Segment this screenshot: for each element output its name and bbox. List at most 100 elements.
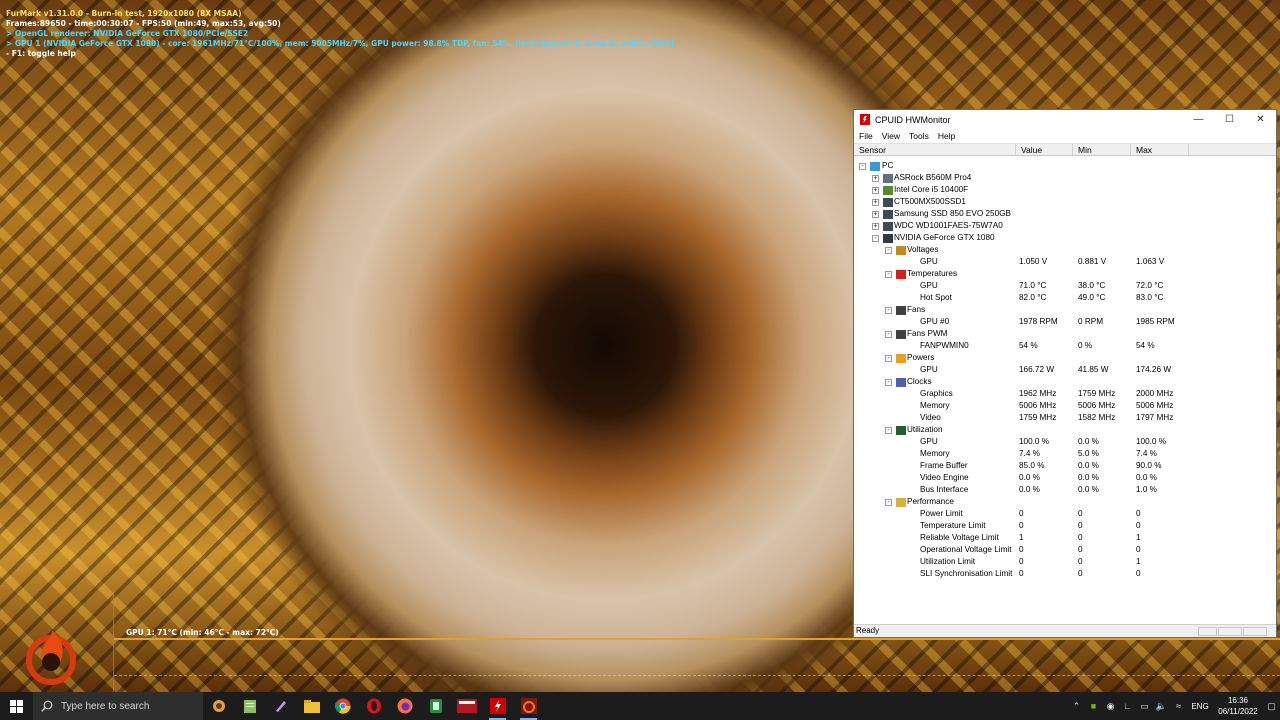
collapse-toggle[interactable]: -	[885, 271, 892, 278]
maximize-button[interactable]: ☐	[1214, 110, 1245, 129]
network-icon[interactable]: ▭	[1136, 701, 1153, 712]
hwmonitor-window[interactable]: CPUID HWMonitor — ☐ ✕ File View Tools He…	[853, 109, 1277, 638]
tree-node[interactable]: - Powers	[854, 352, 1276, 364]
expand-toggle[interactable]: +	[872, 199, 879, 206]
collapse-toggle[interactable]: -	[885, 499, 892, 506]
wifi-icon[interactable]: ≈	[1170, 701, 1187, 711]
taskbar-notepad-icon[interactable]	[234, 692, 265, 720]
tree-node[interactable]: - Fans PWM	[854, 328, 1276, 340]
taskbar-file-explorer-icon[interactable]	[296, 692, 327, 720]
sensor-reading-row[interactable]: GPU 71.0 °C 38.0 °C 72.0 °C	[854, 280, 1276, 292]
firefox-icon	[397, 698, 412, 714]
taskbar-pen-icon[interactable]	[265, 692, 296, 720]
volume-icon[interactable]: 🔈	[1153, 701, 1170, 712]
sensor-tree[interactable]: - PC + ASRock B560M Pro4 + Intel Core i5 1040…	[854, 156, 1276, 628]
collapse-toggle[interactable]: -	[885, 427, 892, 434]
collapse-toggle[interactable]: -	[885, 307, 892, 314]
taskbar-game-icon[interactable]	[203, 692, 234, 720]
sensor-reading-row[interactable]: Reliable Voltage Limit 1 0 1	[854, 532, 1276, 544]
sensor-reading-row[interactable]: Frame Buffer 85.0 % 0.0 % 90.0 %	[854, 460, 1276, 472]
collapse-toggle[interactable]: -	[859, 163, 866, 170]
sensor-reading-row[interactable]: Hot Spot 82.0 °C 49.0 °C 83.0 °C	[854, 292, 1276, 304]
sensor-reading-row[interactable]: GPU 166.72 W 41.85 W 174.26 W	[854, 364, 1276, 376]
taskbar-hwmonitor-icon[interactable]	[482, 692, 513, 720]
sensor-label: Temperatures	[907, 269, 958, 278]
sensor-reading-row[interactable]: GPU 100.0 % 0.0 % 100.0 %	[854, 436, 1276, 448]
taskbar-gpu-z-icon[interactable]	[420, 692, 451, 720]
taskbar-chrome-icon[interactable]	[327, 692, 358, 720]
minimize-button[interactable]: —	[1183, 110, 1214, 129]
sensor-reading-row[interactable]: FANPWMIN0 54 % 0 % 54 %	[854, 340, 1276, 352]
column-value[interactable]: Value	[1016, 144, 1073, 155]
tree-node[interactable]: - Fans	[854, 304, 1276, 316]
sensor-reading-row[interactable]: Power Limit 0 0 0	[854, 508, 1276, 520]
sensor-reading-row[interactable]: SLI Synchronisation Limit 0 0 0	[854, 568, 1276, 580]
clock[interactable]: 16:36 06/11/2022	[1213, 695, 1263, 717]
sensor-reading-row[interactable]: Utilization Limit 0 0 1	[854, 556, 1276, 568]
sensor-reading-row[interactable]: Video Engine 0.0 % 0.0 % 0.0 %	[854, 472, 1276, 484]
search-box[interactable]: Type here to search	[33, 692, 203, 720]
tree-node[interactable]: - Temperatures	[854, 268, 1276, 280]
tree-node[interactable]: - Utilization	[854, 424, 1276, 436]
start-button[interactable]	[0, 692, 33, 720]
tree-node[interactable]: - Performance	[854, 496, 1276, 508]
menu-file[interactable]: File	[859, 131, 873, 141]
hwmonitor-titlebar[interactable]: CPUID HWMonitor — ☐ ✕	[854, 110, 1276, 129]
tree-node[interactable]: + ASRock B560M Pro4	[854, 172, 1276, 184]
column-max[interactable]: Max	[1131, 144, 1189, 155]
language-indicator[interactable]: ENG	[1187, 702, 1213, 711]
column-sensor[interactable]: Sensor	[854, 144, 1016, 155]
sensor-reading-row[interactable]: Graphics 1962 MHz 1759 MHz 2000 MHz	[854, 388, 1276, 400]
column-min[interactable]: Min	[1073, 144, 1131, 155]
show-hidden-icons-icon[interactable]: ⌃	[1068, 701, 1085, 712]
sensor-label: Temperature Limit	[920, 521, 986, 530]
expand-toggle[interactable]: +	[872, 187, 879, 194]
sensor-max: 174.26 W	[1136, 365, 1172, 374]
sensor-value: 5006 MHz	[1019, 401, 1057, 410]
nvidia-icon[interactable]: ■	[1085, 701, 1102, 711]
sensor-reading-row[interactable]: Bus Interface 0.0 % 0.0 % 1.0 %	[854, 484, 1276, 496]
taskbar-furmark-icon[interactable]	[513, 692, 544, 720]
sensor-reading-row[interactable]: Memory 7.4 % 5.0 % 7.4 %	[854, 448, 1276, 460]
expand-toggle[interactable]: +	[872, 211, 879, 218]
expand-toggle[interactable]: +	[872, 175, 879, 182]
collapse-toggle[interactable]: -	[872, 235, 879, 242]
collapse-toggle[interactable]: -	[885, 247, 892, 254]
collapse-toggle[interactable]: -	[885, 355, 892, 362]
tree-node[interactable]: + WDC WD1001FAES-75W7A0	[854, 220, 1276, 232]
collapse-toggle[interactable]: -	[885, 331, 892, 338]
sensor-reading-row[interactable]: Operational Voltage Limit 0 0 0	[854, 544, 1276, 556]
steam-icon[interactable]: ◉	[1102, 701, 1119, 712]
tree-node[interactable]: + Intel Core i5 10400F	[854, 184, 1276, 196]
menu-help[interactable]: Help	[938, 131, 955, 141]
gpu-icon	[883, 234, 893, 243]
sensor-reading-row[interactable]: GPU 1.050 V 0.881 V 1.063 V	[854, 256, 1276, 268]
close-button[interactable]: ✕	[1245, 110, 1276, 129]
sensor-label: Clocks	[907, 377, 932, 386]
razer-icon[interactable]: ∟	[1119, 701, 1136, 711]
sensor-value: 0.0 %	[1019, 485, 1040, 494]
gpu-graph-axis	[113, 590, 114, 692]
collapse-toggle[interactable]: -	[885, 379, 892, 386]
sensor-value: 85.0 %	[1019, 461, 1045, 470]
tree-node[interactable]: - NVIDIA GeForce GTX 1080	[854, 232, 1276, 244]
notifications-icon[interactable]: ▢	[1263, 701, 1280, 712]
tree-node[interactable]: + Samsung SSD 850 EVO 250GB	[854, 208, 1276, 220]
tree-node[interactable]: - Voltages	[854, 244, 1276, 256]
sensor-reading-row[interactable]: Temperature Limit 0 0 0	[854, 520, 1276, 532]
tree-node[interactable]: - Clocks	[854, 376, 1276, 388]
taskbar-firefox-icon[interactable]	[389, 692, 420, 720]
sensor-label: Graphics	[920, 389, 953, 398]
sensor-reading-row[interactable]: Video 1759 MHz 1582 MHz 1797 MHz	[854, 412, 1276, 424]
tree-node[interactable]: + CT500MX500SSD1	[854, 196, 1276, 208]
sensor-max: 1	[1136, 533, 1141, 542]
sensor-reading-row[interactable]: Memory 5006 MHz 5006 MHz 5006 MHz	[854, 400, 1276, 412]
taskbar-cpu-z-icon[interactable]	[451, 692, 482, 720]
sensor-label: GPU	[920, 257, 938, 266]
tree-node[interactable]: - PC	[854, 160, 1276, 172]
sensor-reading-row[interactable]: GPU #0 1978 RPM 0 RPM 1985 RPM	[854, 316, 1276, 328]
expand-toggle[interactable]: +	[872, 223, 879, 230]
menu-tools[interactable]: Tools	[909, 131, 929, 141]
menu-view[interactable]: View	[882, 131, 900, 141]
taskbar-opera-icon[interactable]	[358, 692, 389, 720]
